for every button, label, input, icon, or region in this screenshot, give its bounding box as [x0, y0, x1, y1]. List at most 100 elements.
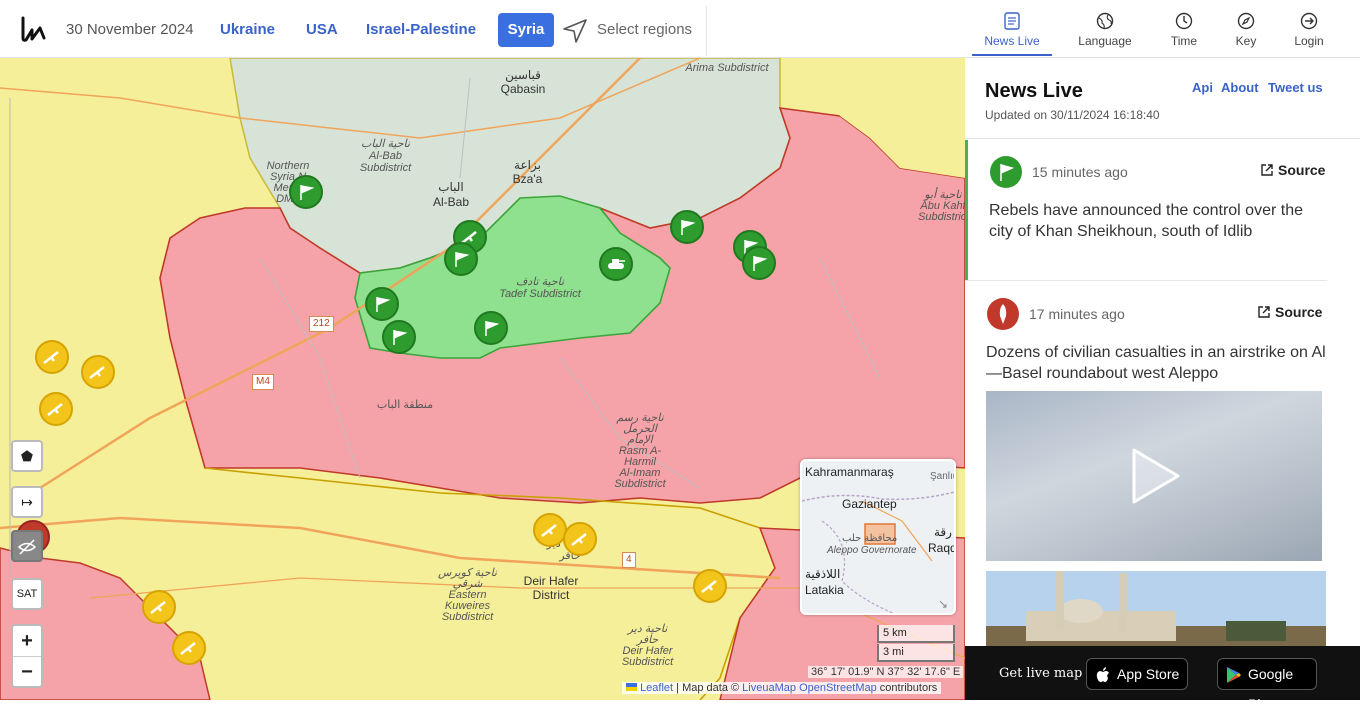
rifle-icon	[89, 366, 105, 379]
sdf-rifle-marker[interactable]	[35, 340, 69, 374]
liveuamap-logo[interactable]	[18, 14, 48, 44]
label-abu-kahf: ناحية أبو Abu Kahf Subdistrict	[918, 189, 965, 223]
rifle-icon	[150, 601, 166, 614]
rebel-flag-marker[interactable]	[474, 311, 508, 345]
town-bzaa-ar: بزاعة	[514, 158, 541, 172]
label-arima: Arima Subdistrict	[685, 62, 769, 74]
minimap-aleppo: Aleppo Governorate	[827, 545, 917, 556]
minimap-sanliurfa: Şanlıur	[930, 471, 954, 482]
divider	[965, 280, 1327, 281]
region-usa[interactable]: USA	[306, 21, 338, 38]
satellite-toggle-button[interactable]: SAT	[11, 578, 43, 610]
rifle-icon	[47, 403, 63, 416]
sdf-rifle-marker[interactable]	[172, 631, 206, 665]
google-play-label: Google Play	[1248, 666, 1294, 712]
app-store-button[interactable]: App Store	[1086, 658, 1188, 690]
region-syria[interactable]: Syria	[498, 13, 554, 47]
rebel-flag-marker[interactable]	[444, 242, 478, 276]
select-regions[interactable]: Select regions	[597, 21, 692, 38]
leaflet-link[interactable]: Leaflet	[640, 682, 673, 694]
rebel-flag-marker[interactable]	[365, 287, 399, 321]
divider	[965, 138, 1360, 139]
rifle-icon	[571, 533, 587, 546]
globe-icon	[1096, 12, 1114, 30]
region-ukraine[interactable]: Ukraine	[220, 21, 275, 38]
zoom-in-button[interactable]: +	[13, 626, 41, 656]
zoom-control: + −	[11, 624, 43, 688]
airstrike-icon	[987, 298, 1019, 330]
nav-login-label: Login	[1294, 34, 1324, 48]
rebel-flag-marker[interactable]	[670, 210, 704, 244]
sdf-rifle-marker[interactable]	[563, 522, 597, 556]
source-link[interactable]: Source	[1260, 162, 1325, 178]
rebel-flag-marker[interactable]	[289, 175, 323, 209]
rebel-flag-marker[interactable]	[742, 246, 776, 280]
map-data-text: | Map data ©	[676, 682, 740, 694]
sdf-rifle-marker[interactable]	[693, 569, 727, 603]
region-israel-palestine[interactable]: Israel-Palestine	[366, 21, 476, 38]
source-link[interactable]: Source	[1257, 304, 1322, 320]
panel-title: News Live	[985, 80, 1083, 102]
rifle-icon	[541, 524, 557, 537]
expand-panel-button[interactable]: ↦	[11, 486, 43, 518]
label-al-bab-subdistrict: ناحية الباب Al-Bab Subdistrict	[359, 138, 412, 174]
google-play-icon	[1227, 667, 1241, 683]
minimap-latakia-ar: اللاذقية	[805, 567, 841, 581]
ukraine-flag-icon	[626, 683, 637, 691]
flag-icon	[753, 256, 768, 271]
flag-icon	[376, 297, 391, 312]
app-download-bar: Get live map App Store Google Play	[965, 646, 1360, 712]
api-link[interactable]: Api	[1192, 80, 1213, 95]
external-link-icon	[1261, 164, 1273, 176]
rebel-flag-marker[interactable]	[382, 320, 416, 354]
current-date[interactable]: 30 November 2024	[66, 21, 194, 38]
google-play-button[interactable]: Google Play	[1217, 658, 1317, 712]
flag-icon	[485, 321, 500, 336]
hide-layer-button[interactable]	[11, 530, 43, 562]
news-item[interactable]: 15 minutes ago Source Rebels have announ…	[965, 140, 1343, 280]
draw-polygon-button[interactable]: ⬟	[11, 440, 43, 472]
flag-icon	[300, 185, 315, 200]
sdf-rifle-marker[interactable]	[142, 590, 176, 624]
video-thumbnail[interactable]	[986, 391, 1322, 561]
get-live-map-text: Get live map	[999, 666, 1083, 681]
news-panel: News Live Updated on 30/11/2024 16:18:40…	[965, 58, 1360, 700]
rifle-icon	[43, 351, 59, 364]
liveuamap-link[interactable]: LiveuaMap	[742, 682, 796, 694]
divider	[706, 6, 707, 56]
nav-news-live[interactable]: News Live	[972, 8, 1052, 56]
sdf-rifle-marker[interactable]	[39, 392, 73, 426]
label-deir-hafer-district: Deir Hafer District	[523, 574, 579, 602]
news-photo[interactable]	[986, 571, 1326, 651]
contributors-text: contributors	[879, 682, 938, 694]
updated-timestamp: Updated on 30/11/2024 16:18:40	[985, 108, 1160, 122]
map-canvas[interactable]: Arima Subdistrict قباسين Qabasin الباب A…	[0, 58, 965, 700]
minimap-aleppo-ar: محافظة حلب	[842, 533, 898, 544]
rebel-tank-marker[interactable]	[599, 247, 633, 281]
login-icon	[1300, 12, 1318, 30]
rifle-icon	[180, 642, 196, 655]
nav-language[interactable]: Language	[1065, 8, 1145, 56]
flag-icon	[393, 330, 408, 345]
zoom-out-button[interactable]: −	[13, 656, 41, 686]
nav-login[interactable]: Login	[1269, 8, 1349, 56]
minimap[interactable]: Kahramanmaraş Şanlıur Gaziantep محافظة ح…	[800, 459, 956, 615]
play-icon[interactable]	[1128, 446, 1184, 506]
minimap-collapse-icon[interactable]: ↘	[938, 597, 948, 611]
sdf-rifle-marker[interactable]	[533, 513, 567, 547]
news-text: Rebels have announced the control over t…	[989, 202, 1303, 240]
osm-link[interactable]: OpenStreetMap	[799, 682, 877, 694]
tweet-us-link[interactable]: Tweet us	[1268, 80, 1323, 95]
source-label: Source	[1278, 162, 1326, 178]
news-text: Dozens of civilian casualties in an airs…	[986, 344, 1326, 382]
compass-icon	[1237, 12, 1255, 30]
nav-news-live-label: News Live	[984, 34, 1040, 48]
flag-icon	[455, 252, 470, 267]
label-eastern-kuweires: ناحية كويرس شرقي Eastern Kuweires Subdis…	[438, 567, 497, 623]
label-al-bab-region: منطقة الباب	[376, 399, 434, 411]
scale-mi: 3 mi	[877, 644, 955, 662]
sdf-rifle-marker[interactable]	[81, 355, 115, 389]
navigation-arrow-icon[interactable]	[562, 18, 588, 44]
news-time: 15 minutes ago	[1032, 164, 1128, 180]
about-link[interactable]: About	[1221, 80, 1259, 95]
